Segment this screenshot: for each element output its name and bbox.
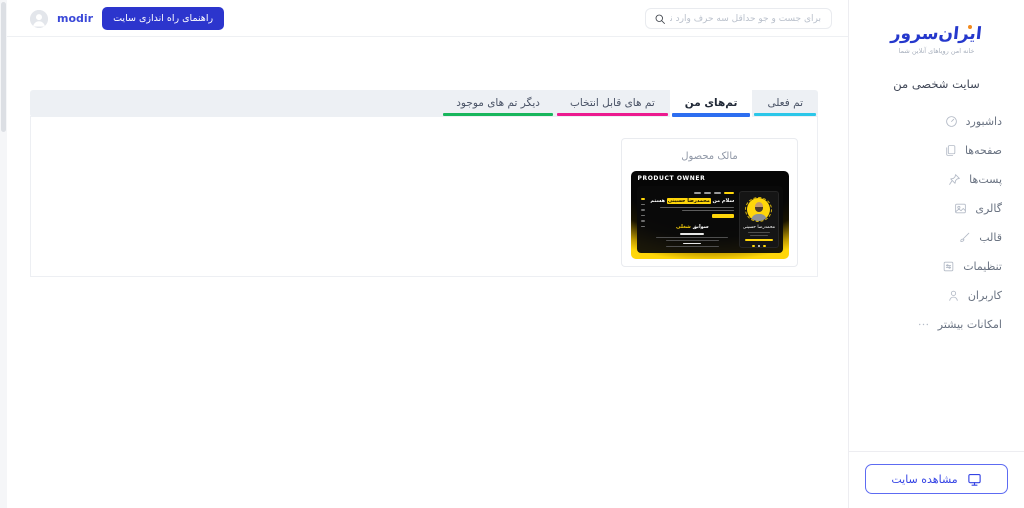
sidebar-item-dashboard[interactable]: داشبورد <box>849 107 1024 136</box>
sidebar-nav: داشبورد صفحه‌ها پست‌ها گالری قالب <box>849 107 1024 339</box>
sidebar-item-more[interactable]: امکانات بیشتر <box>849 310 1024 339</box>
theme-card-product-owner[interactable]: مالک محصول PRODUCT OWNER سلام من محمدرضا… <box>621 138 798 267</box>
more-ellipsis-icon <box>917 318 930 331</box>
page-scrollbar[interactable] <box>0 0 7 508</box>
brand-logo[interactable]: ایران‌سرور خانه امن رویاهای آنلاین شما <box>849 0 1024 55</box>
user-name[interactable]: modir <box>57 12 93 25</box>
setup-guide-button[interactable]: راهنمای راه اندازی سایت <box>102 7 225 30</box>
sidebar-footer: مشاهده سایت <box>849 451 1024 508</box>
search-box <box>645 8 832 29</box>
logo-tagline: خانه امن رویاهای آنلاین شما <box>898 47 975 55</box>
pin-icon <box>948 173 961 186</box>
preview-top-nav <box>650 192 735 194</box>
view-site-label: مشاهده سایت <box>891 472 958 486</box>
preview-cta-button <box>712 213 735 218</box>
preview-section-heading: سوابق شغلی <box>675 224 709 230</box>
preview-main-column: سلام من محمدرضا حسینی هستم سوابق شغلی <box>646 190 738 249</box>
dashboard-icon <box>945 115 958 128</box>
preview-profile-card: محمدرضا حسینی <box>739 191 779 248</box>
theme-tabs: تم فعلی تم‌های من تم های قابل انتخاب دیگ… <box>30 90 818 117</box>
monitor-icon <box>967 472 982 487</box>
user-cluster: modir راهنمای راه اندازی سایت <box>30 0 225 37</box>
preview-paragraph-lines <box>650 206 735 211</box>
preview-photo-ring <box>745 197 773 222</box>
sidebar: ایران‌سرور خانه امن رویاهای آنلاین شما س… <box>848 0 1024 508</box>
search-input[interactable] <box>646 9 831 28</box>
sidebar-item-settings[interactable]: تنظیمات <box>849 252 1024 281</box>
tab-my-themes[interactable]: تم‌های من <box>669 90 753 117</box>
preview-profile-name: محمدرضا حسینی <box>742 224 776 230</box>
sidebar-item-theme[interactable]: قالب <box>849 223 1024 252</box>
tab-selectable-themes[interactable]: تم های قابل انتخاب <box>555 90 670 117</box>
settings-icon <box>942 260 955 273</box>
preview-social-dots <box>752 244 766 248</box>
user-avatar[interactable] <box>30 9 48 28</box>
preview-hero-heading: سلام من محمدرضا حسینی هستم <box>650 197 735 204</box>
logo-text: ایران‌سرور <box>890 24 983 44</box>
sidebar-item-gallery[interactable]: گالری <box>849 194 1024 223</box>
sidebar-item-pages[interactable]: صفحه‌ها <box>849 136 1024 165</box>
users-icon <box>947 289 960 302</box>
pages-icon <box>944 144 957 157</box>
tab-current-theme[interactable]: تم فعلی <box>752 90 818 117</box>
view-site-button[interactable]: مشاهده سایت <box>865 464 1008 494</box>
preview-site-logo: PRODUCT OWNER <box>637 175 706 182</box>
sidebar-item-users[interactable]: کاربران <box>849 281 1024 310</box>
scrollbar-thumb[interactable] <box>1 2 6 132</box>
preview-profile-button <box>744 238 773 241</box>
themes-panel: مالک محصول PRODUCT OWNER سلام من محمدرضا… <box>30 116 818 277</box>
gallery-icon <box>954 202 967 215</box>
topbar: modir راهنمای راه اندازی سایت <box>0 0 848 37</box>
preview-body: سلام من محمدرضا حسینی هستم سوابق شغلی مح… <box>636 186 783 253</box>
theme-preview-thumbnail: PRODUCT OWNER سلام من محمدرضا حسینی هستم <box>630 171 789 259</box>
site-title: سایت شخصی من <box>893 77 980 91</box>
main-area: modir راهنمای راه اندازی سایت تم فعلی تم… <box>0 0 848 508</box>
preview-profile-photo <box>747 198 771 221</box>
theme-card-title: مالک محصول <box>681 151 738 162</box>
brush-icon <box>958 231 971 244</box>
preview-timeline <box>650 233 734 247</box>
tab-other-themes[interactable]: دیگر تم های موجود <box>441 90 555 117</box>
sidebar-item-posts[interactable]: پست‌ها <box>849 165 1024 194</box>
